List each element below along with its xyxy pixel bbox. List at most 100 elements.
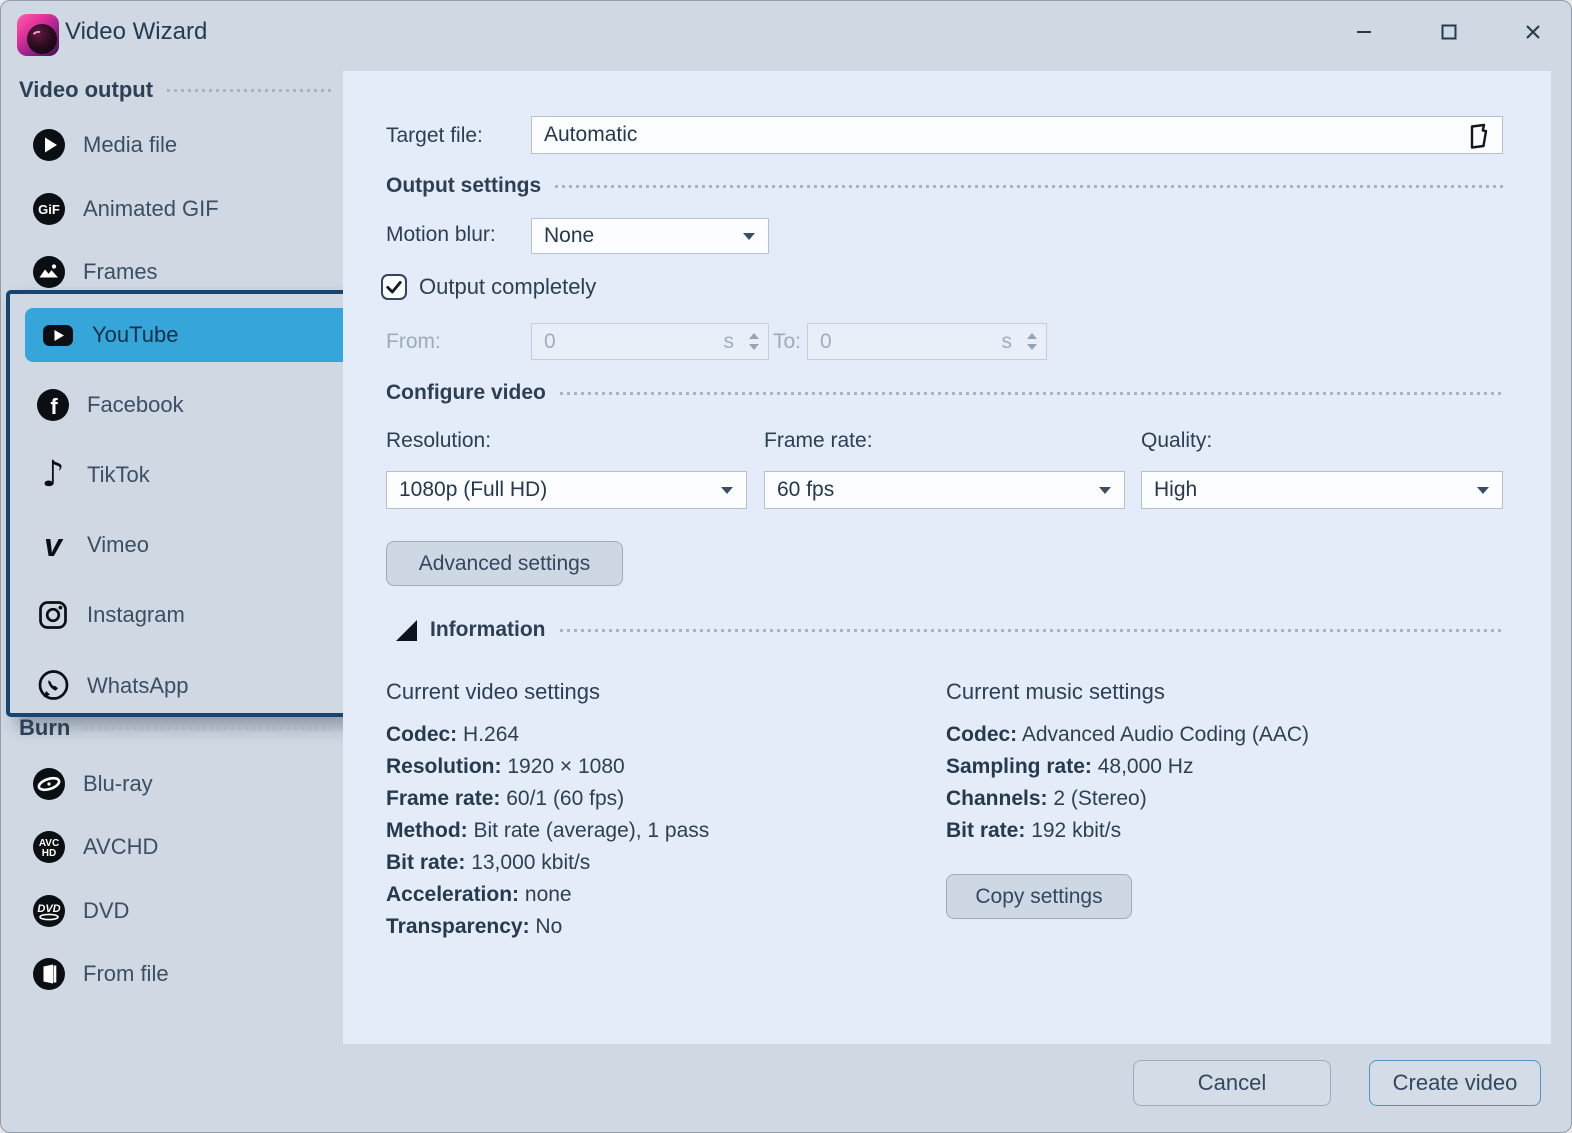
chevron-down-icon (721, 487, 733, 494)
info-row: Resolution: 1920 × 1080 (386, 751, 709, 783)
from-label: From: (386, 328, 441, 356)
minimize-button[interactable] (1341, 9, 1387, 55)
svg-text:HD: HD (42, 848, 56, 859)
social-platforms-group: YouTube f Facebook ♪ TikTok v Vimeo Inst… (6, 290, 369, 717)
section-information: Information (396, 617, 1503, 643)
resolution-label: Resolution: (386, 427, 491, 455)
app-window: Video Wizard Video output Media file GiF… (0, 0, 1572, 1133)
from-spinbox[interactable]: 0 s (531, 323, 769, 360)
maximize-icon (1440, 23, 1458, 41)
create-video-button[interactable]: Create video (1369, 1060, 1541, 1106)
target-file-input[interactable]: Automatic (531, 116, 1503, 154)
spin-up-icon (1027, 333, 1037, 339)
target-file-label: Target file: (386, 122, 483, 150)
avchd-icon: AVCHD (31, 829, 67, 865)
sidebar-item-animated-gif[interactable]: GiF Animated GIF (31, 189, 219, 229)
info-row: Codec: Advanced Audio Coding (AAC) (946, 719, 1309, 751)
copy-settings-button[interactable]: Copy settings (946, 874, 1132, 919)
dotted-divider (560, 392, 1503, 395)
section-burn: Burn (19, 715, 331, 741)
motion-blur-dropdown[interactable]: None (531, 218, 769, 254)
close-button[interactable] (1510, 9, 1556, 55)
quality-label: Quality: (1141, 427, 1212, 455)
resolution-dropdown[interactable]: 1080p (Full HD) (386, 471, 747, 509)
dotted-divider (555, 185, 1503, 188)
sidebar-item-vimeo[interactable]: v Vimeo (35, 525, 149, 565)
info-row: Acceleration: none (386, 879, 709, 911)
sidebar-item-facebook[interactable]: f Facebook (35, 385, 184, 425)
dotted-divider (167, 89, 331, 92)
section-output-settings: Output settings (386, 173, 1503, 199)
spinner-arrows[interactable] (749, 324, 759, 359)
frames-icon (31, 254, 67, 290)
minimize-icon (1355, 23, 1373, 41)
window-title: Video Wizard (65, 18, 207, 46)
info-row: Sampling rate: 48,000 Hz (946, 751, 1309, 783)
video-settings-title: Current video settings (386, 679, 600, 705)
from-unit: s (724, 330, 735, 354)
info-row: Bit rate: 13,000 kbit/s (386, 847, 709, 879)
video-settings-list: Codec: H.264 Resolution: 1920 × 1080 Fra… (386, 719, 709, 943)
tiktok-icon: ♪ (35, 457, 71, 493)
sidebar-item-instagram[interactable]: Instagram (35, 595, 185, 635)
main-panel: Target file: Automatic Output settings M… (343, 71, 1551, 1044)
play-circle-icon (31, 127, 67, 163)
from-file-icon (31, 956, 67, 992)
output-completely-checkbox[interactable] (381, 274, 407, 300)
svg-text:f: f (50, 394, 58, 419)
app-logo-icon (17, 14, 59, 56)
output-completely-label: Output completely (419, 273, 596, 301)
quality-dropdown[interactable]: High (1141, 471, 1503, 509)
sidebar-item-youtube[interactable]: YouTube (25, 308, 358, 362)
title-bar: Video Wizard (1, 1, 1571, 71)
to-spinbox[interactable]: 0 s (807, 323, 1047, 360)
info-row: Codec: H.264 (386, 719, 709, 751)
instagram-icon (35, 597, 71, 633)
bluray-icon (31, 766, 67, 802)
facebook-icon: f (35, 387, 71, 423)
sidebar-item-frames[interactable]: Frames (31, 252, 158, 292)
chevron-down-icon (1477, 487, 1489, 494)
to-unit: s (1002, 330, 1013, 354)
maximize-button[interactable] (1426, 9, 1472, 55)
youtube-icon (40, 317, 76, 353)
sidebar-item-whatsapp[interactable]: WhatsApp (35, 666, 189, 706)
dotted-divider (84, 727, 331, 730)
frame-rate-dropdown[interactable]: 60 fps (764, 471, 1125, 509)
music-settings-title: Current music settings (946, 679, 1165, 705)
section-video-output: Video output (19, 77, 331, 103)
sidebar-item-tiktok[interactable]: ♪ TikTok (35, 455, 150, 495)
svg-text:DVD: DVD (37, 903, 60, 915)
sidebar-item-from-file[interactable]: From file (31, 954, 169, 994)
chevron-down-icon (1099, 487, 1111, 494)
sidebar-item-avchd[interactable]: AVCHD AVCHD (31, 827, 158, 867)
advanced-settings-button[interactable]: Advanced settings (386, 541, 623, 586)
close-icon (1524, 23, 1542, 41)
info-row: Method: Bit rate (average), 1 pass (386, 815, 709, 847)
sidebar-item-dvd[interactable]: DVD DVD (31, 891, 129, 931)
to-label: To: (773, 328, 801, 356)
browse-folder-icon[interactable] (1464, 122, 1492, 150)
gif-icon: GiF (31, 191, 67, 227)
collapse-triangle-icon[interactable] (396, 620, 417, 641)
checkmark-icon (384, 277, 404, 297)
cancel-button[interactable]: Cancel (1133, 1060, 1331, 1106)
svg-text:GiF: GiF (38, 202, 60, 217)
sidebar-item-bluray[interactable]: Blu-ray (31, 764, 153, 804)
motion-blur-label: Motion blur: (386, 221, 496, 249)
dvd-icon: DVD (31, 893, 67, 929)
sidebar-item-media-file[interactable]: Media file (31, 125, 177, 165)
chevron-down-icon (743, 233, 755, 240)
whatsapp-icon (35, 668, 71, 704)
info-row: Bit rate: 192 kbit/s (946, 815, 1309, 847)
spinner-arrows[interactable] (1027, 324, 1037, 359)
dotted-divider (560, 629, 1504, 632)
spin-down-icon (749, 344, 759, 350)
section-configure-video: Configure video (386, 380, 1503, 406)
vimeo-icon: v (35, 527, 71, 563)
info-row: Transparency: No (386, 911, 709, 943)
spin-up-icon (749, 333, 759, 339)
spin-down-icon (1027, 344, 1037, 350)
info-row: Channels: 2 (Stereo) (946, 783, 1309, 815)
frame-rate-label: Frame rate: (764, 427, 873, 455)
